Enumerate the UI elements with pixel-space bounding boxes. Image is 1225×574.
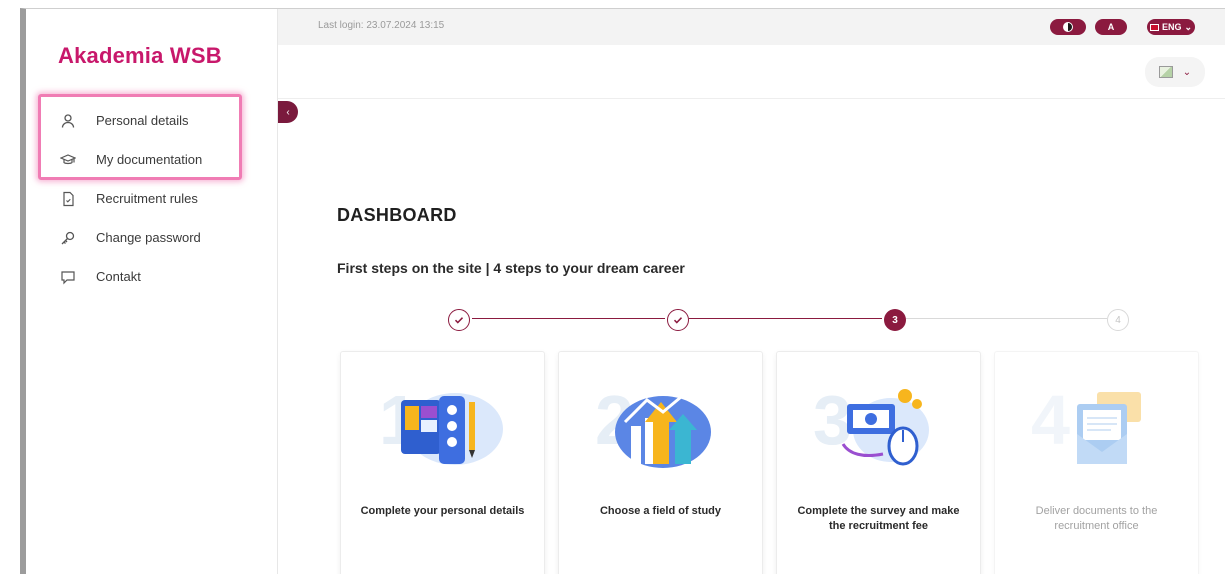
check-icon [673,317,683,324]
sidebar-item-contakt[interactable]: Contakt [26,257,278,296]
step-card-survey-fee[interactable]: 3 Complete the survey and make the recru… [776,351,981,574]
sidebar: Akademia WSB Personal details My documen… [26,9,278,574]
stepper-line-todo [906,318,1107,319]
step-2-indicator [667,309,689,331]
brand-logo[interactable]: Akademia WSB [58,43,222,69]
step-3-indicator: 3 [884,309,906,331]
check-icon [454,317,464,324]
contrast-toggle-button[interactable] [1050,19,1086,35]
step-4-indicator: 4 [1107,309,1129,331]
personal-details-illustration-icon: 1 [379,381,503,465]
font-size-button[interactable]: A [1095,19,1127,35]
field-of-study-illustration-icon: 2 [595,381,711,468]
progress-stepper: 3 4 [278,309,1225,331]
step-1-indicator [448,309,470,331]
document-icon [60,191,76,207]
user-icon [60,113,76,129]
main-content: DASHBOARD First steps on the site | 4 st… [278,99,1225,574]
sidebar-item-my-documentation[interactable]: My documentation [26,140,278,179]
avatar [1158,66,1173,78]
sidebar-nav: Personal details My documentation Recrui… [26,101,278,296]
chevron-down-icon: ⌄ [1182,66,1192,78]
card-label: Complete the survey and make the recruit… [797,505,960,532]
graduation-cap-icon [60,152,76,168]
app-window: Akademia WSB Personal details My documen… [20,8,1225,574]
top-bar: Last login: 23.07.2024 13:15 A ENG ⌄ [278,9,1225,45]
chevron-down-icon: ⌄ [1184,21,1193,32]
step-card-deliver-documents[interactable]: 4 Deliver documents to the recruitment o… [994,351,1199,574]
sidebar-item-change-password[interactable]: Change password [26,218,278,257]
last-login-text: Last login: 23.07.2024 13:15 [318,20,445,31]
language-label: ENG [1161,22,1182,32]
step-card-personal-details[interactable]: 1 Complete your personal details [340,351,545,574]
sidebar-item-label: Personal details [96,113,189,128]
card-label: Complete your personal details [360,505,525,517]
sidebar-item-personal-details[interactable]: Personal details [26,101,278,140]
page-title: DASHBOARD [337,205,457,225]
sidebar-item-label: My documentation [96,152,203,167]
header-bar: ⌄ [278,45,1225,99]
card-label: Choose a field of study [599,505,721,517]
language-selector[interactable]: ENG ⌄ [1147,19,1195,35]
page-subtitle: First steps on the site | 4 steps to you… [337,260,685,276]
stepper-line-done [472,318,665,319]
svg-text:4: 4 [1031,381,1070,459]
sidebar-item-label: Recruitment rules [96,191,198,206]
sidebar-item-label: Change password [96,230,201,245]
survey-fee-illustration-icon: 3 [813,381,929,466]
stepper-line-done [689,318,882,319]
user-menu-button[interactable]: ⌄ [1145,57,1205,87]
envelope-illustration-icon: 4 [1031,381,1141,464]
chat-bubble-icon [60,269,76,285]
key-icon [60,230,76,246]
sidebar-item-recruitment-rules[interactable]: Recruitment rules [26,179,278,218]
uk-flag-icon [1149,23,1159,31]
sidebar-item-label: Contakt [96,269,141,284]
contrast-icon [1063,22,1073,32]
card-label: Deliver documents to the recruitment off… [1035,505,1158,532]
step-card-field-of-study[interactable]: 2 Choose a field of study [558,351,763,574]
